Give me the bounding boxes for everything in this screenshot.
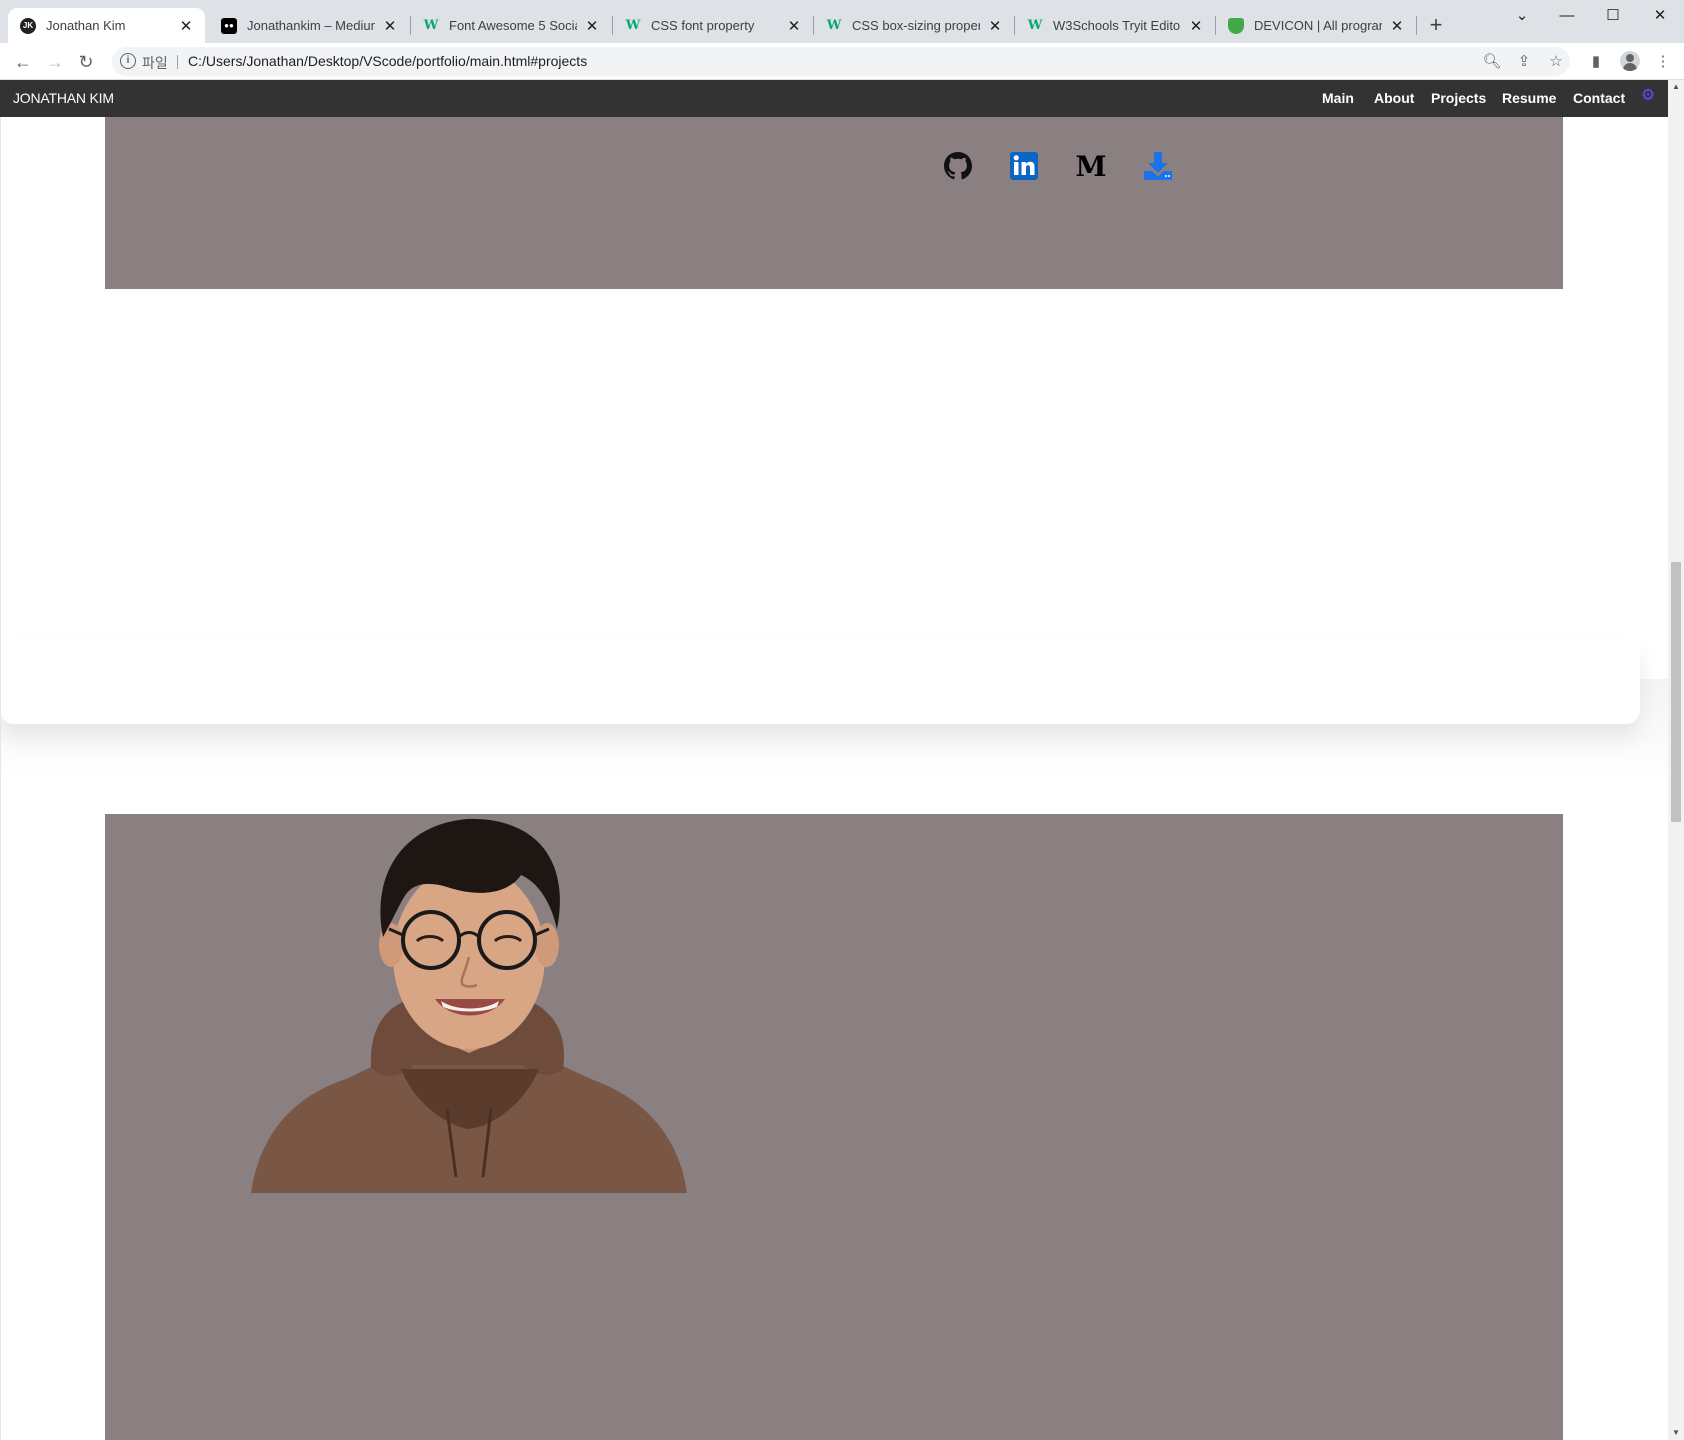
nav-link-about[interactable]: About — [1374, 90, 1414, 106]
svg-text:M: M — [1076, 150, 1107, 183]
linkedin-icon[interactable] — [1007, 149, 1041, 183]
close-icon[interactable]: ✕ — [986, 17, 1004, 35]
side-panel-icon[interactable]: ▮ — [1586, 52, 1606, 72]
scroll-down-arrow-icon[interactable]: ▼ — [1672, 1429, 1680, 1437]
new-tab-plus-icon[interactable]: + — [1425, 12, 1447, 38]
profile-avatar-icon[interactable] — [1620, 51, 1640, 71]
address-bar[interactable]: i 파일 C:/Users/Jonathan/Desktop/VScode/po… — [112, 47, 1570, 76]
medium-icon[interactable]: M — [1074, 149, 1108, 183]
maximize-icon[interactable]: ☐ — [1593, 3, 1633, 29]
nav-link-contact[interactable]: Contact — [1573, 90, 1625, 106]
site-navbar: JONATHAN KIM Main About Projects Resume … — [0, 80, 1668, 117]
scrollbar-thumb[interactable] — [1671, 562, 1681, 822]
share-icon[interactable]: ⇪ — [1514, 52, 1534, 72]
profile-photo — [251, 818, 687, 1193]
page-viewport: M JONATHAN KIM Main About Projects Resum… — [0, 80, 1684, 1440]
github-icon[interactable] — [941, 149, 975, 183]
bookmark-star-icon[interactable]: ☆ — [1546, 52, 1566, 72]
download-icon[interactable] — [1141, 149, 1175, 183]
site-brand[interactable]: JONATHAN KIM — [13, 90, 114, 106]
w3schools-icon: W — [826, 18, 842, 33]
forward-arrow-icon[interactable]: → — [41, 48, 69, 76]
tab-jonathan-kim[interactable]: JK Jonathan Kim ✕ — [8, 8, 205, 43]
reload-icon[interactable]: ↻ — [72, 48, 100, 76]
tab-font-awesome[interactable]: W Font Awesome 5 Social I ✕ — [411, 8, 611, 43]
close-icon[interactable]: ✕ — [583, 17, 601, 35]
nav-link-main[interactable]: Main — [1322, 90, 1354, 106]
tab-title: CSS font property — [651, 18, 755, 33]
close-icon[interactable]: ✕ — [1187, 17, 1205, 35]
tab-devicon[interactable]: DEVICON | All programm ✕ — [1216, 8, 1416, 43]
w3schools-icon: W — [625, 18, 641, 33]
tab-title: DEVICON | All programm — [1254, 18, 1382, 33]
info-icon[interactable]: i — [120, 53, 136, 69]
close-icon[interactable]: ✕ — [381, 17, 399, 35]
window-close-icon[interactable]: ✕ — [1640, 3, 1680, 29]
vertical-scrollbar[interactable]: ▲ ▼ — [1668, 80, 1684, 1440]
zoom-icon[interactable]: 🔍︎ — [1482, 52, 1502, 72]
tab-title: CSS box-sizing property — [852, 18, 980, 33]
tab-medium[interactable]: ●● Jonathankim – Medium ✕ — [209, 8, 409, 43]
url-text[interactable]: C:/Users/Jonathan/Desktop/VScode/portfol… — [188, 53, 587, 69]
minimize-icon[interactable]: — — [1547, 3, 1587, 29]
address-separator — [177, 55, 178, 69]
page-left-edge — [0, 117, 1, 1440]
nav-link-projects[interactable]: Projects — [1431, 90, 1486, 106]
tab-search-chevron-icon[interactable]: ⌄ — [1502, 3, 1542, 29]
browser-toolbar: ← → ↻ i 파일 C:/Users/Jonathan/Desktop/VSc… — [0, 43, 1684, 80]
menu-kebab-icon[interactable]: ⋮ — [1653, 52, 1673, 72]
address-scheme-label: 파일 — [142, 55, 168, 71]
settings-gear-icon[interactable]: ⚙ — [1640, 88, 1656, 104]
projects-section — [0, 640, 1640, 724]
medium-logo-icon: ●● — [221, 17, 237, 34]
tab-css-box-sizing[interactable]: W CSS box-sizing property ✕ — [814, 8, 1014, 43]
tab-title: Jonathan Kim — [46, 18, 126, 33]
back-arrow-icon[interactable]: ← — [9, 48, 37, 76]
w3schools-icon: W — [423, 18, 439, 33]
jk-logo-icon: JK — [20, 17, 36, 34]
tab-title: Font Awesome 5 Social I — [449, 18, 577, 33]
tab-strip: JK Jonathan Kim ✕ ●● Jonathankim – Mediu… — [0, 0, 1684, 43]
devicon-icon — [1228, 17, 1244, 34]
tab-w3schools-tryit[interactable]: W W3Schools Tryit Editor ✕ — [1015, 8, 1215, 43]
scroll-up-arrow-icon[interactable]: ▲ — [1672, 83, 1680, 91]
profile-panel-top: M — [105, 117, 1563, 289]
tab-title: W3Schools Tryit Editor — [1053, 18, 1181, 33]
close-icon[interactable]: ✕ — [785, 17, 803, 35]
tab-css-font[interactable]: W CSS font property ✕ — [613, 8, 813, 43]
profile-panel-bottom — [105, 814, 1563, 1440]
close-icon[interactable]: ✕ — [177, 17, 195, 35]
tab-title: Jonathankim – Medium — [247, 18, 375, 33]
nav-link-resume[interactable]: Resume — [1502, 90, 1556, 106]
close-icon[interactable]: ✕ — [1388, 17, 1406, 35]
w3schools-icon: W — [1027, 18, 1043, 33]
tab-separator — [1416, 16, 1417, 35]
